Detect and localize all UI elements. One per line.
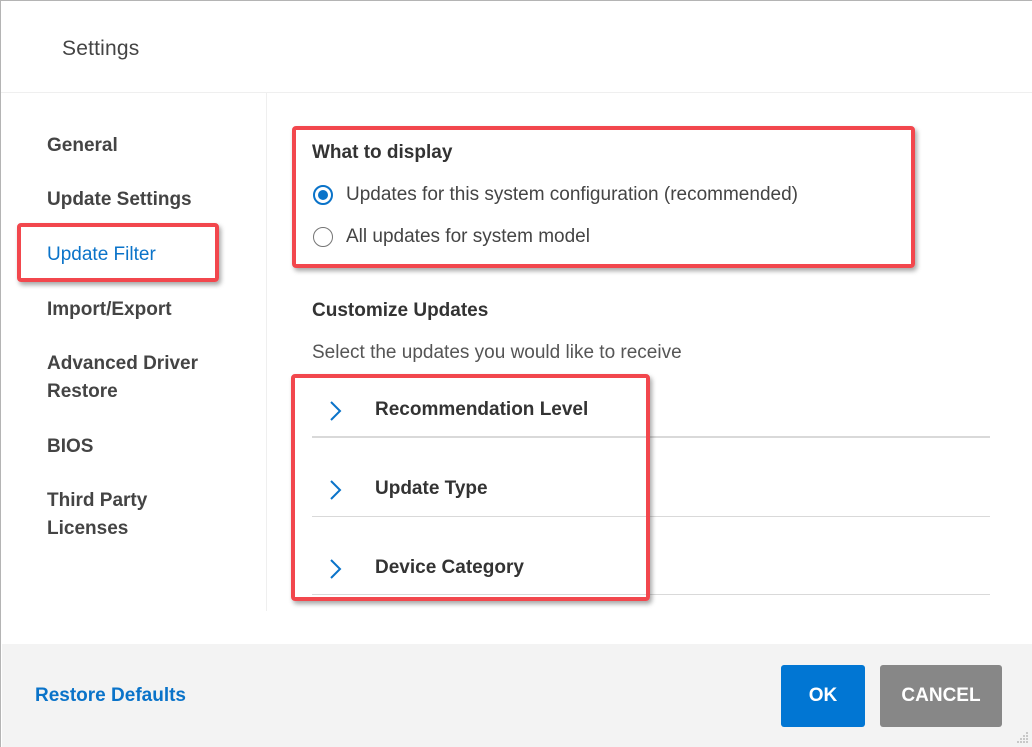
radio-label: Updates for this system configuration (r…: [346, 184, 798, 205]
what-to-display-heading: What to display: [312, 142, 453, 163]
accordion-recommendation-level[interactable]: Recommendation Level: [312, 359, 990, 438]
dialog-header: Settings: [1, 1, 1032, 93]
accordion-device-category[interactable]: Device Category: [312, 516, 990, 595]
dialog-title: Settings: [62, 37, 140, 60]
sidebar-item-general[interactable]: General: [47, 132, 247, 160]
sidebar-item-update-settings[interactable]: Update Settings: [47, 186, 247, 214]
sidebar-item-import-export[interactable]: Import/Export: [47, 296, 247, 324]
accordion-update-type[interactable]: Update Type: [312, 438, 990, 517]
radio-option-system-configuration[interactable]: Updates for this system configuration (r…: [313, 184, 798, 206]
accordion-label: Device Category: [375, 557, 524, 578]
radio-button-unchecked[interactable]: [313, 227, 333, 247]
restore-defaults-link[interactable]: Restore Defaults: [35, 685, 186, 707]
radio-button-checked[interactable]: [313, 185, 333, 205]
dialog-footer: Restore Defaults OK CANCEL: [2, 644, 1032, 747]
resize-grip-icon[interactable]: [1015, 730, 1029, 744]
cancel-button[interactable]: CANCEL: [880, 665, 1002, 727]
sidebar-item-bios[interactable]: BIOS: [47, 433, 247, 461]
sidebar-item-update-filter[interactable]: Update Filter: [47, 241, 247, 269]
customize-updates-heading: Customize Updates: [312, 300, 489, 321]
sidebar: General Update Settings Update Filter Im…: [1, 93, 267, 611]
accordion-label: Recommendation Level: [375, 399, 589, 420]
chevron-right-icon: [330, 401, 342, 421]
sidebar-item-third-party-licenses[interactable]: Third Party Licenses: [47, 487, 167, 543]
accordion-label: Update Type: [375, 478, 488, 499]
radio-label: All updates for system model: [346, 226, 590, 247]
chevron-right-icon: [330, 480, 342, 500]
chevron-right-icon: [330, 559, 342, 579]
sidebar-divider: [266, 123, 267, 611]
sidebar-item-advanced-driver-restore[interactable]: Advanced Driver Restore: [47, 350, 217, 406]
radio-option-all-updates[interactable]: All updates for system model: [313, 226, 590, 248]
ok-button[interactable]: OK: [781, 665, 865, 727]
settings-dialog: Settings General Update Settings Update …: [0, 0, 1032, 747]
